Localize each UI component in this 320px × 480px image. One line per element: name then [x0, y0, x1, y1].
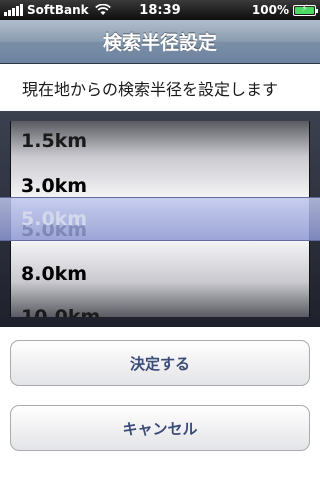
picker-option[interactable]: 1.5km — [11, 121, 309, 163]
status-bar: SoftBank 18:39 100% ⚡ — [0, 0, 320, 20]
confirm-button[interactable]: 決定する — [10, 340, 310, 386]
battery-percent: 100% — [251, 3, 289, 17]
button-area: 決定する キャンセル — [0, 327, 320, 480]
navigation-bar: 検索半径設定 — [0, 20, 320, 64]
page-title: 検索半径設定 — [102, 32, 217, 54]
cancel-button[interactable]: キャンセル — [10, 405, 310, 451]
description-text: 現在地からの検索半径を設定します — [0, 65, 320, 111]
picker-selection-indicator: 5.0km — [0, 197, 320, 241]
picker-option[interactable]: 10.0km — [11, 295, 309, 317]
picker-option[interactable]: 8.0km — [11, 252, 309, 296]
battery-icon: ⚡ — [293, 4, 318, 16]
